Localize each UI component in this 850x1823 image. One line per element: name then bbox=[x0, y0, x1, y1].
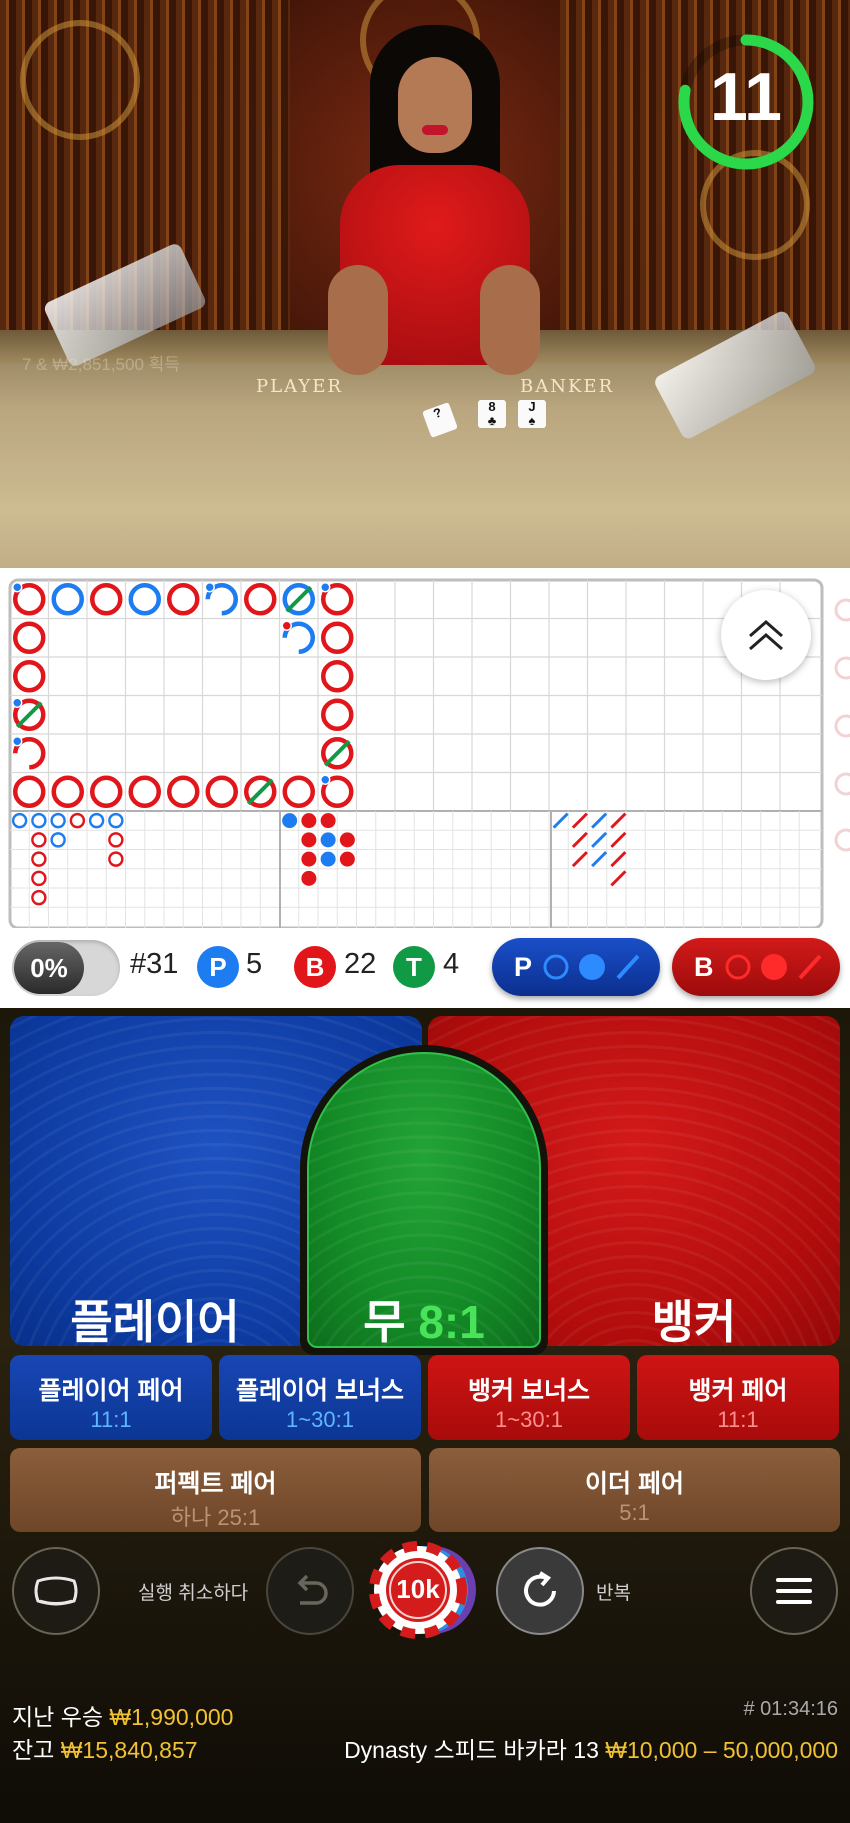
small-road-mark bbox=[339, 832, 355, 848]
faint-road-mark bbox=[834, 598, 850, 622]
pair-dot bbox=[12, 582, 23, 593]
side-bet-odds: 1~30:1 bbox=[286, 1407, 354, 1432]
pair-bet-label: 이더 페어 bbox=[585, 1470, 684, 1498]
small-road-mark bbox=[301, 870, 317, 886]
repeat-label: 반복 bbox=[596, 1583, 631, 1604]
player-count: 5 bbox=[246, 948, 263, 980]
road-map-grid bbox=[8, 578, 850, 930]
last-win-value: ₩1,990,000 bbox=[109, 1704, 234, 1730]
hamburger-menu-icon bbox=[776, 1578, 812, 1604]
banker-prediction-button[interactable]: B bbox=[672, 938, 840, 996]
side-bet-label: 플레이어 페어 bbox=[38, 1377, 184, 1405]
pair-bet-odds: 하나 25:1 bbox=[170, 1505, 261, 1530]
banker-bet-label: 뱅커 bbox=[651, 1296, 737, 1348]
undo-icon bbox=[297, 1574, 328, 1605]
table-layout-button[interactable] bbox=[12, 1547, 100, 1635]
side-bet-label: 뱅커 보너스 bbox=[468, 1377, 590, 1405]
pair-bet-odds: 5:1 bbox=[619, 1500, 650, 1525]
repeat-icon bbox=[524, 1571, 556, 1607]
tie-bet-title: 무 bbox=[363, 1296, 406, 1348]
undo-label: 실행 취소하다 bbox=[138, 1583, 249, 1604]
small-road-mark bbox=[339, 851, 355, 867]
bet-spot-player-bonus[interactable]: 플레이어 보너스 1~30:1 bbox=[219, 1355, 421, 1440]
table-info: Dynasty 스피드 바카라 13 ₩10,000 – 50,000,000 bbox=[344, 1731, 838, 1765]
faint-road-mark bbox=[834, 828, 850, 852]
bet-spot-perfect-pair[interactable]: 퍼펙트 페어 하나 25:1 bbox=[10, 1448, 421, 1532]
table-shape-icon bbox=[34, 1576, 78, 1606]
small-road-mark bbox=[320, 813, 336, 829]
tie-badge: T bbox=[393, 946, 435, 988]
table-name: Dynasty 스피드 바카라 13 bbox=[344, 1737, 599, 1763]
pair-dot bbox=[320, 774, 331, 785]
player-badge: P bbox=[197, 946, 239, 988]
faint-road-mark bbox=[834, 656, 850, 680]
small-road-mark bbox=[301, 832, 317, 848]
chip-value: 10k bbox=[396, 1574, 440, 1604]
side-bet-odds: 11:1 bbox=[717, 1407, 759, 1432]
balance: 잔고 ₩15,840,857 bbox=[12, 1731, 198, 1765]
small-road-mark bbox=[320, 832, 336, 848]
pair-dot bbox=[320, 582, 331, 593]
player-prediction-button[interactable]: P bbox=[492, 938, 660, 996]
faint-road-mark bbox=[834, 772, 850, 796]
prediction-road-icons bbox=[725, 954, 821, 980]
small-road-mark bbox=[301, 813, 317, 829]
player-prediction-label: P bbox=[514, 951, 533, 982]
expand-scoreboard-button[interactable] bbox=[721, 590, 811, 680]
pair-dot bbox=[281, 620, 292, 631]
menu-button[interactable] bbox=[750, 1547, 838, 1635]
road-frame bbox=[8, 578, 824, 930]
balance-value: ₩15,840,857 bbox=[60, 1737, 198, 1763]
pair-dot bbox=[12, 697, 23, 708]
pair-bet-label: 퍼펙트 페어 bbox=[154, 1470, 277, 1498]
banker-badge: B bbox=[294, 946, 336, 988]
side-bet-odds: 11:1 bbox=[90, 1407, 132, 1432]
last-win-label: 지난 우승 bbox=[12, 1704, 104, 1730]
side-bet-label: 뱅커 페어 bbox=[688, 1377, 788, 1405]
balance-label: 잔고 bbox=[12, 1737, 55, 1763]
side-bet-odds: 1~30:1 bbox=[495, 1407, 563, 1432]
banker-count: 22 bbox=[344, 948, 377, 980]
percent-toggle-knob[interactable]: 0% bbox=[14, 942, 84, 994]
tie-bet-label: 무 8:1 bbox=[307, 1286, 541, 1352]
bet-spot-player-pair[interactable]: 플레이어 페어 11:1 bbox=[10, 1355, 212, 1440]
faint-road-mark bbox=[834, 714, 850, 738]
chip-selector[interactable]: 10k bbox=[366, 1540, 484, 1640]
banker-prediction-label: B bbox=[694, 951, 714, 982]
table-limits: ₩10,000 – 50,000,000 bbox=[605, 1737, 838, 1763]
player-bet-label: 플레이어 bbox=[70, 1296, 240, 1348]
small-road-mark bbox=[282, 813, 298, 829]
undo-button[interactable] bbox=[266, 1547, 354, 1635]
tie-bet-odds: 8:1 bbox=[418, 1296, 485, 1348]
round-number: #31 bbox=[130, 948, 179, 980]
tie-count: 4 bbox=[443, 948, 460, 980]
side-bet-label: 플레이어 보너스 bbox=[236, 1377, 404, 1405]
prediction-road-icons bbox=[543, 954, 640, 980]
double-chevron-up-icon bbox=[749, 620, 783, 651]
last-win: 지난 우승 ₩1,990,000 bbox=[12, 1698, 233, 1732]
repeat-button[interactable] bbox=[496, 1547, 584, 1635]
pair-dot bbox=[12, 736, 23, 747]
pair-dot bbox=[204, 582, 215, 593]
bet-spot-either-pair[interactable]: 이더 페어 5:1 bbox=[429, 1448, 840, 1532]
bet-spot-banker-bonus[interactable]: 뱅커 보너스 1~30:1 bbox=[428, 1355, 630, 1440]
small-road-mark bbox=[301, 851, 317, 867]
small-road-mark bbox=[320, 851, 336, 867]
game-id: # 01:34:16 bbox=[743, 1698, 838, 1720]
bet-spot-banker-pair[interactable]: 뱅커 페어 11:1 bbox=[637, 1355, 839, 1440]
